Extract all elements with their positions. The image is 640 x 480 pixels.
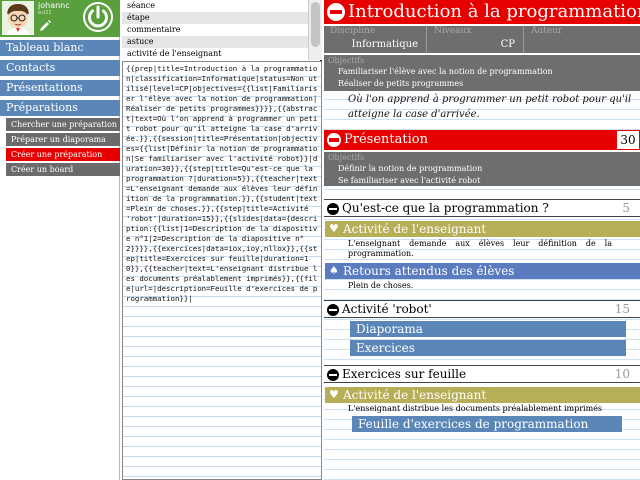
exercices-link[interactable]: Exercices [350, 340, 626, 356]
sidebar-subitem-creer-board[interactable]: Créer un board [6, 163, 120, 176]
step-bar: Qu'est-ce que la programmation ? 5 [324, 199, 640, 217]
meta-discipline: Discipline Informatique [324, 26, 427, 53]
teacher-activity-bar: ♥ Activité de l'enseignant [325, 221, 640, 237]
teacher-activity-label: Activité de l'enseignant [343, 222, 487, 236]
remove-icon[interactable] [327, 304, 339, 316]
student-feedback-text: Plein de choses. [348, 281, 414, 290]
type-list-scrollbar[interactable] [308, 0, 322, 60]
teacher-activity-label: Activité de l'enseignant [343, 388, 487, 402]
person-icon: ♠ [329, 264, 339, 277]
session-title: Présentation [344, 132, 428, 147]
teacher-activity-text: L'enseignant demande aux élèves leur déf… [348, 239, 612, 258]
abstract-text: Où l'on apprend à programmer un petit ro… [348, 94, 632, 120]
objectives-box: Objectifs Familiariser l'élève avec la n… [324, 55, 640, 91]
sidebar-subitem-creer-preparation[interactable]: Créer une préparation [6, 148, 120, 161]
step-title: Activité 'robot' [342, 302, 432, 316]
objective-item: Définir la notion de programmation [338, 164, 483, 173]
element-type-list[interactable]: séance étape commentaire astuce activité… [122, 0, 308, 60]
editor-panel: séance étape commentaire astuce activité… [122, 0, 322, 480]
pencil-icon[interactable] [38, 19, 52, 33]
objective-item: Se familiariser avec l'activité robot [338, 176, 481, 185]
step-title: Qu'est-ce que la programmation ? [342, 201, 549, 215]
markup-editor[interactable]: {{prep|title=Introduction à la programma… [122, 61, 322, 480]
sidebar-subitem-preparer-diaporama[interactable]: Préparer un diaporama [6, 133, 120, 146]
file-link[interactable]: Feuille d'exercices de programmation [352, 416, 622, 432]
student-feedback-bar: ♠ Retours attendus des élèves [325, 263, 640, 279]
user-name: johannc [38, 1, 70, 10]
student-feedback-label: Retours attendus des élèves [343, 264, 515, 278]
step-bar: Exercices sur feuille 10 [324, 365, 640, 383]
sidebar-item-tableau-blanc[interactable]: Tableau blanc [0, 40, 120, 56]
type-option[interactable]: étape [122, 12, 308, 24]
remove-icon[interactable] [327, 369, 339, 381]
type-option[interactable]: activité de l'enseignant [122, 48, 308, 60]
sidebar-item-contacts[interactable]: Contacts [0, 60, 120, 76]
remove-icon[interactable] [327, 203, 339, 215]
step-title: Exercices sur feuille [342, 367, 467, 381]
session-objectives-box: Objectifs Définir la notion de programma… [324, 152, 640, 186]
sidebar-item-presentations[interactable]: Présentations [0, 80, 120, 96]
slides-link[interactable]: Diaporama [350, 321, 626, 337]
heart-icon: ♥ [329, 222, 339, 235]
type-option[interactable]: commentaire [122, 24, 308, 36]
objective-item: Familiariser l'élève avec la notion de p… [338, 67, 553, 76]
type-option[interactable]: séance [122, 0, 308, 12]
step-duration: 10 [614, 367, 630, 381]
meta-auteur: Auteur [531, 26, 563, 36]
step-duration: 15 [614, 302, 630, 316]
heart-icon: ♥ [329, 388, 339, 401]
meta-niveaux: Niveaux CP [428, 26, 524, 53]
objectives-label: Objectifs [328, 153, 365, 162]
app-window: johannc ecl21 Tableau blanc Contacts Pré… [0, 0, 640, 480]
sidebar: johannc ecl21 Tableau blanc Contacts Pré… [0, 0, 120, 480]
session-bar: Présentation 30 [324, 130, 640, 150]
objective-item: Réaliser de petits programmes [338, 79, 464, 88]
preparation-preview: Introduction à la programmation Discipli… [324, 0, 640, 480]
preparation-title: Introduction à la programmation [348, 1, 640, 22]
sidebar-item-preparations[interactable]: Préparations [0, 100, 120, 116]
session-duration: 30 [617, 131, 639, 149]
scrollbar-thumb[interactable] [311, 2, 320, 47]
remove-icon[interactable] [327, 3, 345, 21]
objectives-label: Objectifs [328, 56, 365, 65]
teacher-activity-text: L'enseignant distribue les documents pré… [348, 404, 603, 413]
user-panel: johannc ecl21 [0, 0, 120, 37]
sidebar-subitem-chercher-preparation[interactable]: Chercher une préparation [6, 118, 120, 131]
avatar[interactable] [2, 1, 34, 35]
preparation-title-bar: Introduction à la programmation [324, 0, 640, 24]
teacher-activity-bar: ♥ Activité de l'enseignant [325, 387, 640, 403]
step-duration: 5 [622, 201, 630, 215]
remove-icon[interactable] [327, 133, 341, 147]
step-bar: Activité 'robot' 15 [324, 300, 640, 318]
sidebar-nav: Tableau blanc Contacts Présentations Pré… [0, 40, 120, 178]
user-status: ecl21 [38, 10, 52, 16]
metadata-row: Discipline Informatique Niveaux CP Auteu… [324, 26, 640, 53]
power-icon[interactable] [82, 1, 114, 33]
type-option[interactable]: astuce [122, 36, 308, 48]
